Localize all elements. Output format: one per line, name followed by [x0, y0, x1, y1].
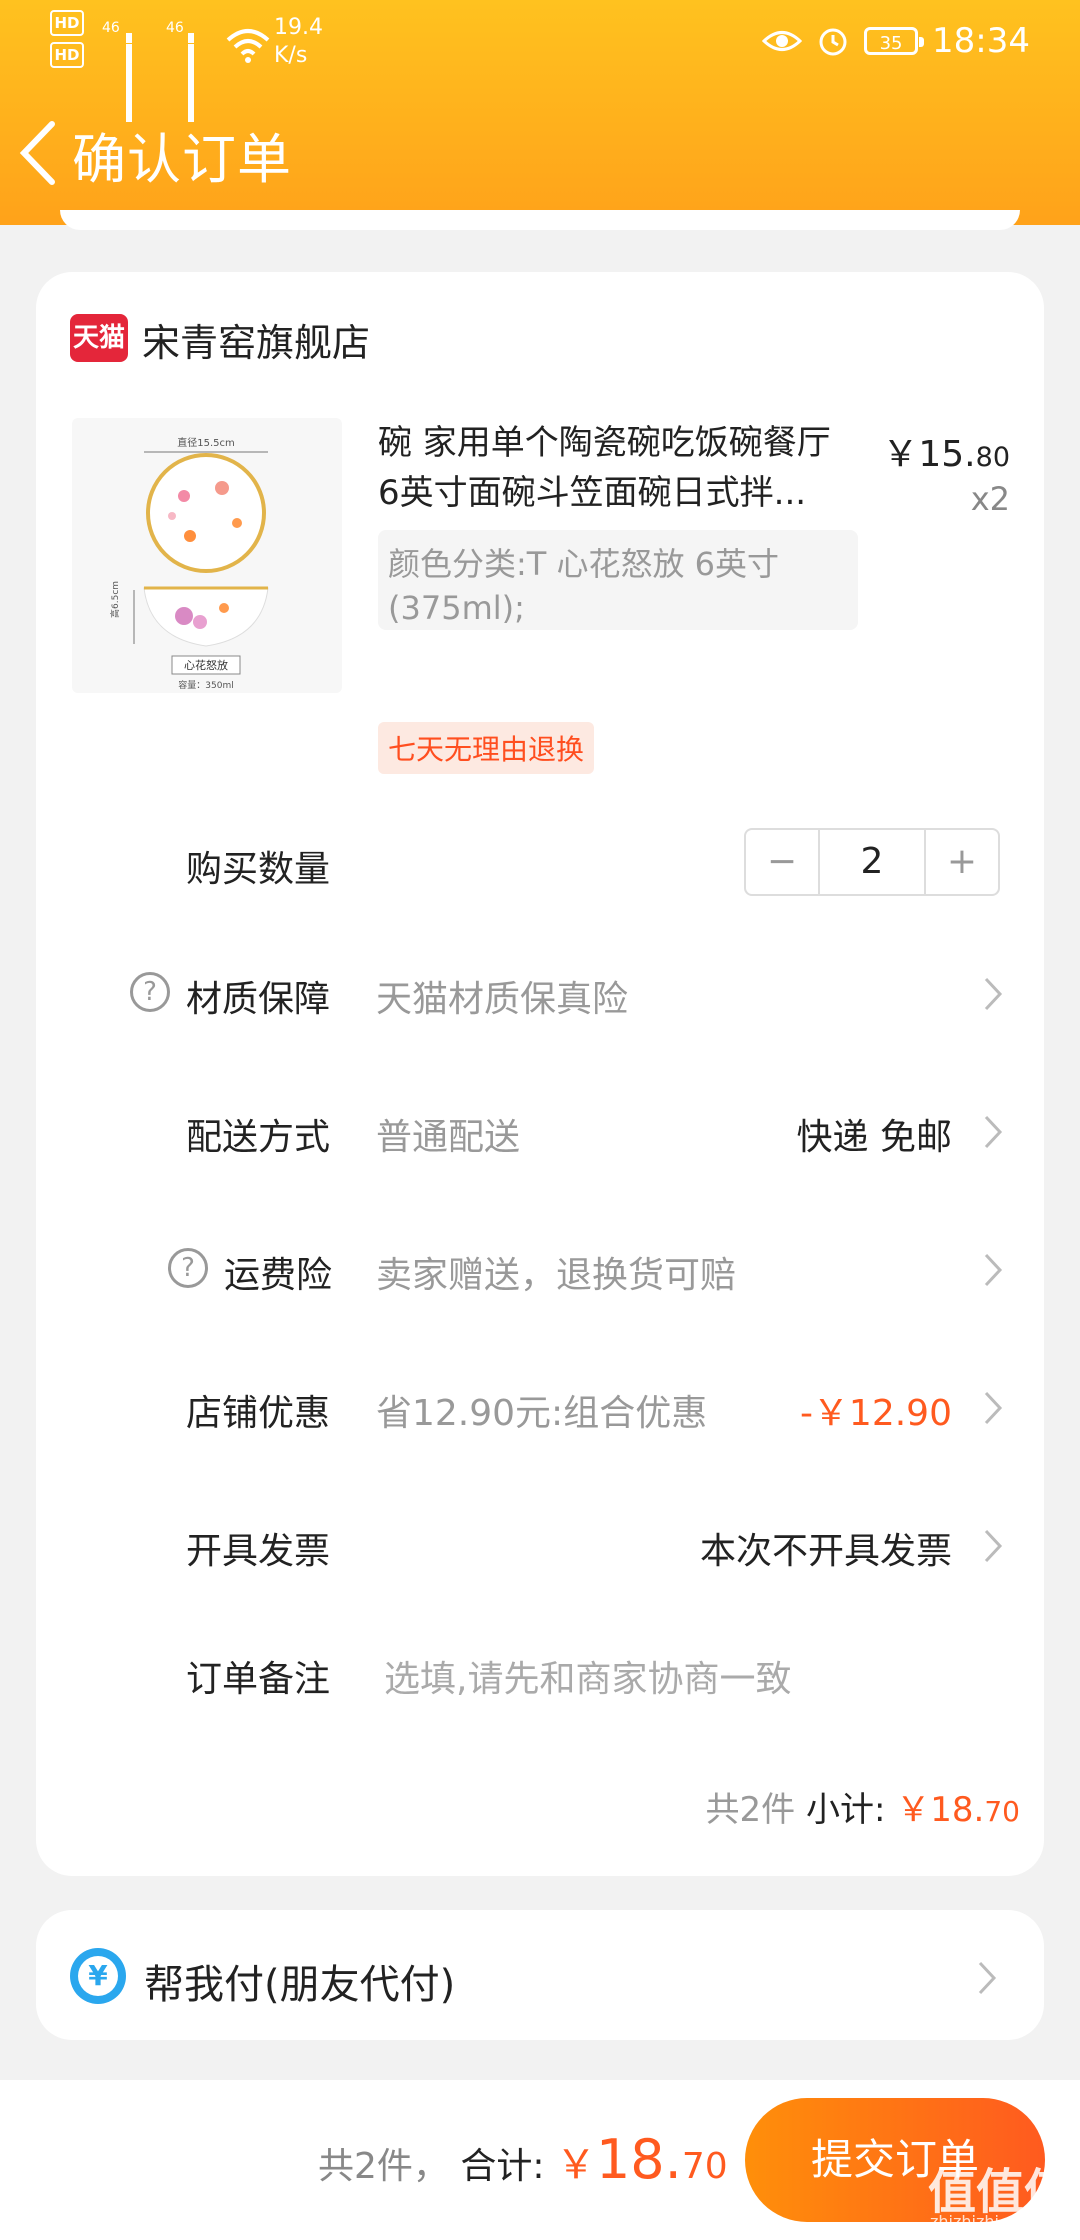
product-title[interactable]: 碗 家用单个陶瓷碗吃饭碗餐厅 6英寸面碗斗笠面碗日式拌...: [378, 418, 858, 518]
alarm-icon: [819, 28, 847, 56]
invoice-value[interactable]: 本次不开具发票: [700, 1522, 952, 1574]
returns-badge: 七天无理由退换: [378, 722, 595, 774]
quantity-value[interactable]: 2: [820, 830, 924, 894]
freight-insurance-value[interactable]: 卖家赠送，退换货可赔: [376, 1246, 736, 1298]
chevron-right-icon[interactable]: [982, 1114, 1004, 1150]
product-image[interactable]: 直径15.5cm 高6.5cm 心花怒放 容量：350ml: [72, 418, 342, 693]
store-name[interactable]: 宋青窑旗舰店: [142, 312, 370, 367]
quantity-label: 购买数量: [186, 849, 331, 890]
order-total: 共2件， 合计: ￥18.70: [318, 2128, 728, 2191]
chevron-right-icon[interactable]: [982, 1528, 1004, 1564]
signal-icon: [126, 24, 135, 122]
friend-pay-icon: ¥: [70, 1948, 126, 2004]
shipping-option[interactable]: 快递 免邮: [797, 1108, 952, 1160]
back-arrow-icon[interactable]: [14, 118, 64, 188]
status-bar-right: 35 18:34: [762, 10, 1030, 72]
quantity-plus-button[interactable]: +: [924, 830, 998, 894]
material-label: 材质保障: [186, 979, 331, 1020]
store-discount-value: 省12.90元:组合优惠: [376, 1393, 708, 1434]
product-quantity: x2: [970, 480, 1010, 518]
product-price: ￥15.80: [882, 434, 1010, 475]
hd-badge: HD: [50, 42, 84, 68]
chevron-right-icon[interactable]: [982, 1390, 1004, 1426]
previous-card-edge: [60, 210, 1020, 230]
chevron-right-icon[interactable]: [982, 1252, 1004, 1288]
store-discount-amount[interactable]: -￥12.90: [800, 1384, 952, 1436]
question-icon[interactable]: ?: [168, 1248, 208, 1288]
page-title: 确认订单: [72, 128, 292, 191]
shipping-value: 普通配送: [376, 1117, 521, 1158]
pattern-label: 心花怒放: [184, 658, 228, 672]
network-speed: 19.4 K/s: [274, 15, 323, 68]
chevron-right-icon[interactable]: [976, 1960, 998, 1996]
quantity-stepper: − 2 +: [744, 828, 1000, 896]
subtotal: 共2件 小计: ￥18.70: [705, 1790, 1020, 1830]
order-remark-input[interactable]: 选填,请先和商家协商一致: [384, 1650, 791, 1702]
capacity-label: 容量：350ml: [178, 679, 233, 691]
tmall-logo: 天猫: [70, 314, 128, 362]
diameter-label: 直径15.5cm: [177, 436, 235, 449]
chevron-right-icon[interactable]: [982, 976, 1004, 1012]
store-discount-label: 店铺优惠: [186, 1393, 331, 1434]
hd-badge: HD: [50, 10, 84, 36]
network-type: 46: [166, 20, 184, 36]
signal-icon: [188, 24, 197, 122]
question-icon[interactable]: ?: [130, 972, 170, 1012]
friend-pay-label: 帮我付(朋友代付): [144, 1962, 456, 2008]
bowl-illustration: 直径15.5cm 高6.5cm 心花怒放 容量：350ml: [109, 436, 269, 691]
watermark-url: zhizhizhi.com: [930, 2212, 1039, 2231]
order-remark-label: 订单备注: [186, 1659, 331, 1700]
battery-indicator: 35: [864, 27, 925, 55]
material-value[interactable]: 天猫材质保真险: [376, 970, 628, 1022]
status-time: 18:34: [932, 21, 1030, 61]
quantity-minus-button[interactable]: −: [746, 830, 820, 894]
wifi-icon: [226, 29, 270, 63]
product-sku: 颜色分类:T 心花怒放 6英寸 (375ml);: [378, 530, 858, 630]
invoice-label: 开具发票: [186, 1531, 331, 1572]
freight-insurance-label: 运费险: [224, 1255, 333, 1296]
shipping-label: 配送方式: [186, 1117, 331, 1158]
eye-icon: [762, 31, 803, 51]
height-label: 高6.5cm: [109, 581, 121, 618]
network-type: 46: [102, 20, 120, 36]
